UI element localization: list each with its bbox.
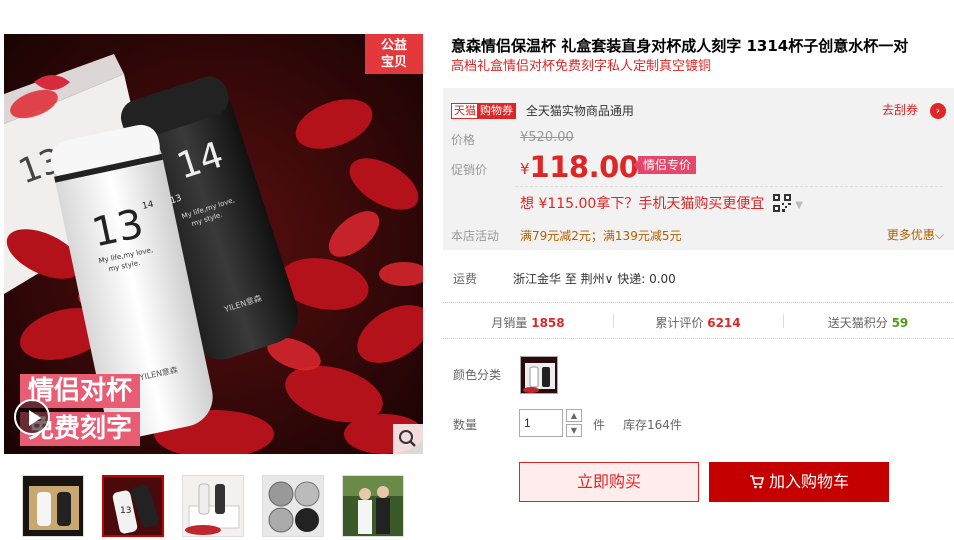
quantity-label: 数量	[453, 418, 478, 432]
qr-code-icon	[772, 194, 791, 212]
charity-badge-line-2: 宝贝	[380, 55, 407, 70]
product-title: 意森情侣保温杯 礼盒套装直身对杯成人刻字 1314杯子创意水杯一对	[451, 37, 909, 55]
product-thumb-lids-icon	[263, 476, 323, 536]
price-box: 天猫 购物券 全天猫实物商品通用 去刮券 › 价格 ¥520.00 促销价 ¥118…	[443, 88, 954, 250]
product-subtitle: 高档礼盒情侣对杯免费刻字私人定制真空镀铜	[451, 59, 712, 74]
promo-price: ¥118.00	[520, 150, 639, 184]
activity-item-1: 满79元减2元	[520, 229, 591, 243]
quantity-increase-button[interactable]: ▲	[566, 409, 582, 422]
chevron-down-icon: ▼	[795, 200, 803, 211]
thumbnail-couple[interactable]	[342, 475, 404, 537]
activity-separator: ；	[590, 229, 603, 243]
thumbnail-bottles[interactable]: 13	[102, 475, 164, 537]
monthly-sales: 月销量 1858	[443, 314, 613, 331]
thumbnail-gift-box[interactable]	[22, 475, 84, 537]
more-promotions-label: 更多优惠	[886, 228, 935, 242]
coupon-text: 全天猫实物商品通用	[525, 103, 634, 118]
color-swatch-icon	[521, 357, 557, 393]
more-promotions-link[interactable]: 更多优惠⌵	[887, 226, 944, 243]
color-category-label: 颜色分类	[453, 368, 502, 382]
thumbnail-packaging[interactable]	[182, 475, 244, 537]
tmall-points-value: 59	[891, 316, 909, 330]
product-thumb-gift-box-icon	[23, 476, 83, 536]
divider	[443, 338, 954, 339]
tmall-points: 送天猫积分 59	[783, 314, 953, 331]
product-thumb-packaging-icon	[183, 476, 243, 536]
shop-activity: 满79元减2元；满139元减5元	[520, 227, 681, 244]
tmall-tag: 天猫	[451, 102, 479, 119]
review-count[interactable]: 累计评价 6214	[613, 314, 783, 331]
thumbnail-lids[interactable]	[262, 475, 324, 537]
shipping-row: 运费 浙江金华 至 荆州∨ 快递: 0.00	[453, 270, 943, 287]
svg-text:13: 13	[120, 506, 131, 516]
monthly-sales-value: 1858	[531, 316, 565, 330]
chevron-right-icon: ›	[930, 102, 946, 119]
review-count-value: 6214	[707, 316, 741, 330]
price-label: 价格	[451, 133, 476, 147]
tmall-points-label: 送天猫积分	[827, 316, 888, 330]
scratch-coupon-link[interactable]: 去刮券 ›	[882, 101, 946, 119]
chevron-down-icon: ⌵	[934, 228, 944, 242]
quantity-input[interactable]	[519, 409, 563, 437]
mobile-price-row[interactable]: 想 ¥115.00拿下？手机天猫购买更便宜 ▼	[520, 193, 803, 213]
color-option-gift-box[interactable]	[520, 356, 558, 394]
zoom-search-icon[interactable]	[393, 424, 423, 454]
divider	[515, 186, 943, 187]
shipping-value[interactable]: 浙江金华 至 荆州∨ 快递: 0.00	[513, 270, 676, 287]
coupon-tag: 购物券	[477, 102, 516, 119]
main-product-image[interactable]: 13 14 13 My life,my love, my style. YILE…	[4, 34, 423, 454]
charity-badge: 公益 宝贝	[365, 34, 423, 74]
sales-stats: 月销量 1858 累计评价 6214 送天猫积分 59	[443, 306, 954, 336]
monthly-sales-label: 月销量	[491, 316, 528, 330]
review-count-label: 累计评价	[655, 316, 704, 330]
stock-count: 库存164件	[623, 418, 682, 432]
buy-now-button[interactable]: 立即购买	[519, 462, 699, 502]
add-to-cart-label: 加入购物车	[768, 472, 849, 491]
activity-item-2: 满139元减5元	[602, 229, 682, 243]
thumbnail-strip: 13	[22, 475, 422, 537]
couple-price-badge: 情侣专价	[632, 156, 697, 174]
promo-price-label: 促销价	[451, 163, 488, 177]
scratch-coupon-label: 去刮券	[881, 103, 918, 117]
original-price: ¥520.00	[520, 130, 574, 145]
divider	[443, 302, 954, 303]
currency-symbol: ¥	[520, 160, 530, 178]
coupon-row: 天猫 购物券 全天猫实物商品通用 去刮券 ›	[451, 101, 946, 119]
product-thumb-bottles-icon: 13	[104, 477, 162, 535]
charity-badge-line-1: 公益	[380, 38, 407, 53]
promo-price-value: 118.00	[529, 150, 639, 184]
video-play-icon[interactable]	[14, 399, 50, 435]
cart-icon	[749, 475, 765, 489]
quantity-decrease-button[interactable]: ▼	[566, 424, 582, 437]
mobile-price-text: 想 ¥115.00拿下？手机天猫购买更便宜	[520, 196, 765, 212]
activity-label: 本店活动	[451, 229, 500, 243]
product-thumb-couple-icon	[343, 476, 403, 536]
add-to-cart-button[interactable]: 加入购物车	[709, 462, 889, 502]
shipping-label: 运费	[453, 272, 478, 286]
product-detail-page: 13 14 13 My life,my love, my style. YILE…	[0, 0, 954, 540]
quantity-unit: 件	[593, 418, 606, 432]
